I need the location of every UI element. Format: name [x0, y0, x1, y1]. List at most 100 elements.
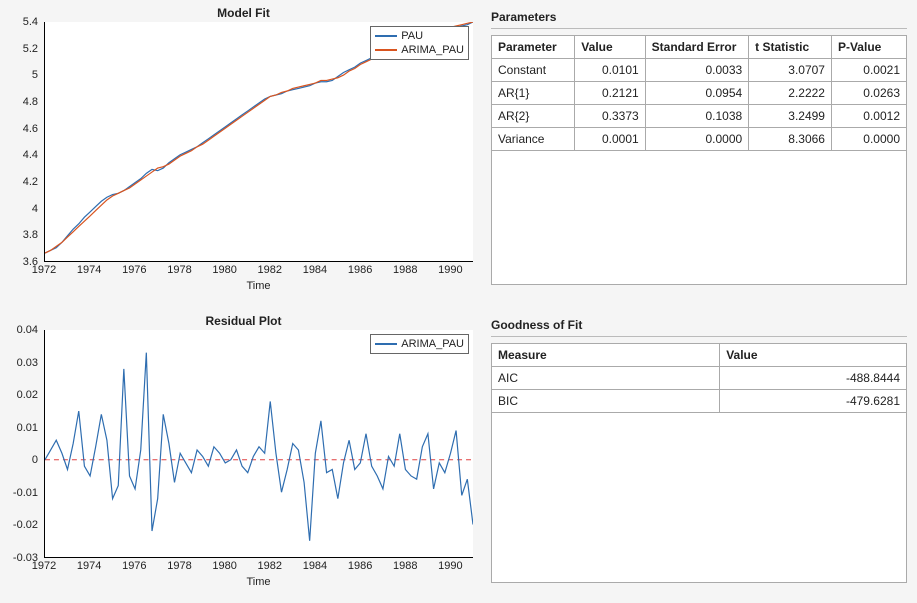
goodness-table: Measure Value AIC-488.8444BIC-479.6281 — [492, 344, 906, 413]
y-tick-label: -0.02 — [4, 519, 38, 531]
y-tick-label: 0 — [4, 454, 38, 466]
col-header: t Statistic — [749, 36, 832, 59]
model-fit-title: Model Fit — [6, 6, 481, 20]
cell-value: 0.3373 — [575, 105, 645, 128]
x-tick-label: 1984 — [303, 560, 327, 572]
x-tick-label: 1990 — [438, 560, 462, 572]
y-axis-ticks: -0.03-0.02-0.0100.010.020.030.04 — [6, 330, 40, 558]
residual-plot[interactable]: ARIMA_PAU — [44, 330, 473, 558]
cell-pvalue: 0.0021 — [831, 59, 906, 82]
cell-value: 0.2121 — [575, 82, 645, 105]
x-tick-label: 1976 — [122, 560, 146, 572]
table-row[interactable]: AR{2}0.33730.10383.24990.0012 — [492, 105, 906, 128]
cell-param: AR{2} — [492, 105, 575, 128]
legend-label: PAU — [401, 29, 423, 43]
x-tick-label: 1980 — [212, 264, 236, 276]
y-tick-label: 3.8 — [4, 229, 38, 241]
y-tick-label: 4 — [4, 203, 38, 215]
x-axis-label: Time — [44, 576, 473, 588]
legend-line-icon — [375, 49, 397, 51]
cell-tstat: 3.2499 — [749, 105, 832, 128]
table-header-row: Measure Value — [492, 344, 906, 367]
residual-title: Residual Plot — [6, 314, 481, 328]
x-tick-label: 1978 — [167, 560, 191, 572]
table-row[interactable]: Constant0.01010.00333.07070.0021 — [492, 59, 906, 82]
model-fit-plot[interactable]: PAU ARIMA_PAU — [44, 22, 473, 262]
table-row[interactable]: Variance0.00010.00008.30660.0000 — [492, 128, 906, 151]
x-tick-label: 1978 — [167, 264, 191, 276]
legend-line-icon — [375, 343, 397, 345]
goodness-table-container[interactable]: Measure Value AIC-488.8444BIC-479.6281 — [491, 343, 907, 583]
table-row[interactable]: AR{1}0.21210.09542.22220.0263 — [492, 82, 906, 105]
y-tick-label: 0.02 — [4, 389, 38, 401]
y-tick-label: 0.03 — [4, 357, 38, 369]
goodness-panel: Goodness of Fit Measure Value AIC-488.84… — [489, 314, 909, 597]
cell-tstat: 2.2222 — [749, 82, 832, 105]
x-tick-label: 1976 — [122, 264, 146, 276]
cell-tstat: 3.0707 — [749, 59, 832, 82]
cell-param: AR{1} — [492, 82, 575, 105]
y-tick-label: -0.01 — [4, 487, 38, 499]
y-tick-label: 4.6 — [4, 123, 38, 135]
residual-panel: Residual Plot ARIMA_PAU -0.03-0.02-0.010… — [6, 314, 481, 597]
x-axis-ticks: 1972197419761978198019821984198619881990 — [44, 264, 473, 278]
cell-pvalue: 0.0000 — [831, 128, 906, 151]
parameters-panel: Parameters Parameter Value Standard Erro… — [489, 6, 909, 306]
parameters-title: Parameters — [491, 10, 907, 24]
cell-stderr: 0.1038 — [645, 105, 749, 128]
x-tick-label: 1982 — [258, 264, 282, 276]
table-row[interactable]: AIC-488.8444 — [492, 367, 906, 390]
y-tick-label: 0.04 — [4, 324, 38, 336]
x-tick-label: 1988 — [393, 560, 417, 572]
cell-param: Constant — [492, 59, 575, 82]
x-axis-label: Time — [44, 280, 473, 292]
x-tick-label: 1984 — [303, 264, 327, 276]
cell-value: 0.0001 — [575, 128, 645, 151]
x-tick-label: 1986 — [348, 264, 372, 276]
x-tick-label: 1990 — [438, 264, 462, 276]
cell-stderr: 0.0033 — [645, 59, 749, 82]
y-tick-label: 4.2 — [4, 176, 38, 188]
parameters-table-container[interactable]: Parameter Value Standard Error t Statist… — [491, 35, 907, 285]
cell-stderr: 0.0000 — [645, 128, 749, 151]
cell-value: 0.0101 — [575, 59, 645, 82]
y-tick-label: 5 — [4, 69, 38, 81]
model-fit-panel: Model Fit PAU ARIMA_PAU 3.63.844.24.44.6… — [6, 6, 481, 306]
col-header: Standard Error — [645, 36, 749, 59]
x-tick-label: 1986 — [348, 560, 372, 572]
legend-label: ARIMA_PAU — [401, 337, 464, 351]
app-root: Model Fit PAU ARIMA_PAU 3.63.844.24.44.6… — [0, 0, 917, 603]
legend-label: ARIMA_PAU — [401, 43, 464, 57]
y-tick-label: 4.4 — [4, 149, 38, 161]
x-axis-ticks: 1972197419761978198019821984198619881990 — [44, 560, 473, 574]
divider — [491, 336, 907, 337]
y-tick-label: 5.2 — [4, 43, 38, 55]
col-header: Parameter — [492, 36, 575, 59]
cell-pvalue: 0.0012 — [831, 105, 906, 128]
parameters-table: Parameter Value Standard Error t Statist… — [492, 36, 906, 151]
x-tick-label: 1982 — [258, 560, 282, 572]
cell-measure: AIC — [492, 367, 720, 390]
x-tick-label: 1980 — [212, 560, 236, 572]
cell-param: Variance — [492, 128, 575, 151]
x-tick-label: 1974 — [77, 264, 101, 276]
cell-value: -479.6281 — [720, 390, 906, 413]
col-header: Measure — [492, 344, 720, 367]
table-row[interactable]: BIC-479.6281 — [492, 390, 906, 413]
col-header: P-Value — [831, 36, 906, 59]
cell-stderr: 0.0954 — [645, 82, 749, 105]
y-tick-label: 0.01 — [4, 422, 38, 434]
col-header: Value — [575, 36, 645, 59]
col-header: Value — [720, 344, 906, 367]
cell-pvalue: 0.0263 — [831, 82, 906, 105]
x-tick-label: 1974 — [77, 560, 101, 572]
y-tick-label: 5.4 — [4, 16, 38, 28]
y-axis-ticks: 3.63.844.24.44.64.855.25.4 — [6, 22, 40, 262]
cell-tstat: 8.3066 — [749, 128, 832, 151]
residual-legend: ARIMA_PAU — [370, 334, 469, 354]
table-header-row: Parameter Value Standard Error t Statist… — [492, 36, 906, 59]
legend-line-icon — [375, 35, 397, 37]
x-tick-label: 1988 — [393, 264, 417, 276]
cell-value: -488.8444 — [720, 367, 906, 390]
cell-measure: BIC — [492, 390, 720, 413]
